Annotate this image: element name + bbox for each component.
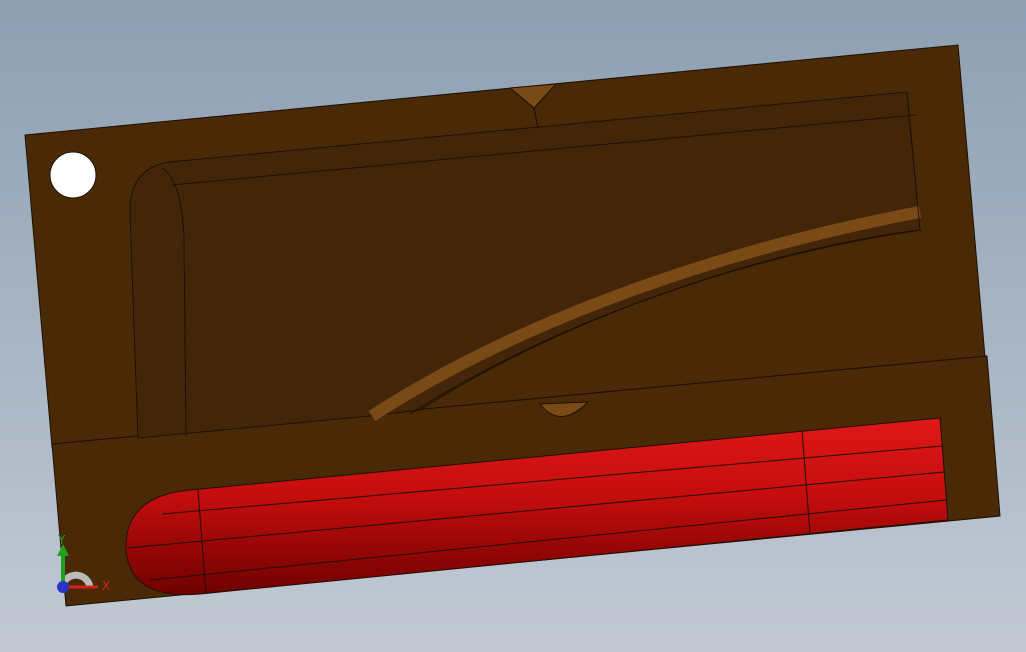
triad-y-label: Y — [57, 533, 66, 547]
coordinate-triad[interactable]: Y X — [40, 528, 120, 608]
cad-model-scene[interactable] — [0, 0, 1026, 652]
mounting-hole[interactable] — [49, 151, 97, 199]
graphics-viewport[interactable]: Y X — [0, 0, 1026, 652]
triad-x-label: X — [102, 579, 110, 593]
triad-z-axis — [57, 581, 69, 593]
